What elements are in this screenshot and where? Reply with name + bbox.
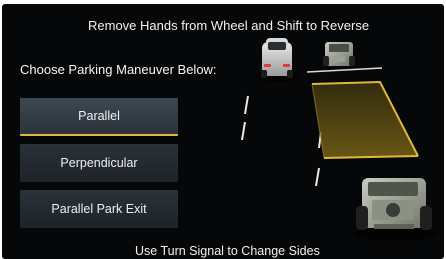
parallel-park-exit-button[interactable]: Parallel Park Exit xyxy=(20,190,178,228)
perpendicular-button[interactable]: Perpendicular xyxy=(20,144,178,182)
parallel-button-label: Parallel xyxy=(78,109,120,123)
parking-zone xyxy=(311,80,419,159)
parksense-screen: Remove Hands from Wheel and Shift to Rev… xyxy=(2,4,444,259)
maneuver-prompt: Choose Parking Maneuver Below: xyxy=(20,62,217,77)
parking-scene-graphic xyxy=(241,38,437,241)
parallel-park-exit-button-label: Parallel Park Exit xyxy=(51,202,147,216)
own-vehicle-icon xyxy=(255,38,299,82)
perpendicular-button-label: Perpendicular xyxy=(60,156,138,170)
parallel-button[interactable]: Parallel xyxy=(20,98,178,136)
turn-signal-hint: Use Turn Signal to Change Sides xyxy=(135,244,320,258)
parked-jeep-rear-icon xyxy=(353,178,437,241)
parked-jeep-front-icon xyxy=(323,42,355,66)
